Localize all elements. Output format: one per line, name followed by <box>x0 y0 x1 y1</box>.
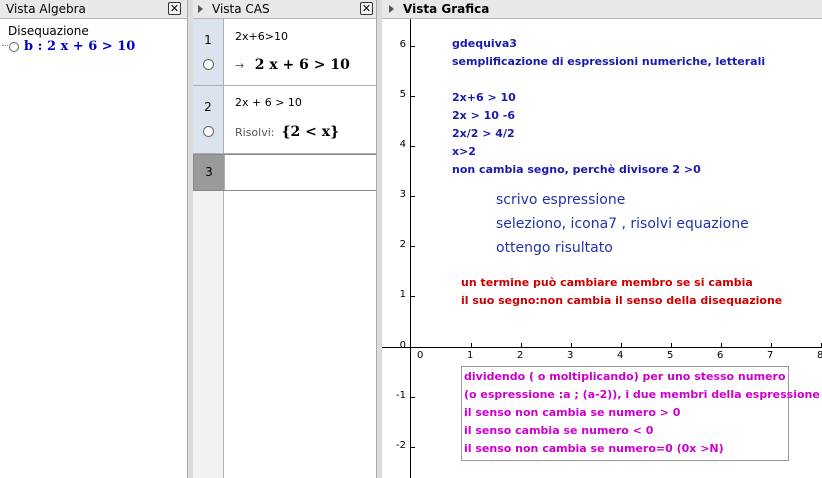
visibility-toggle-icon[interactable] <box>9 41 19 52</box>
cas-row-number: 3 <box>194 155 225 190</box>
expand-arrow-icon[interactable] <box>198 5 203 13</box>
text-line: gdequiva3 <box>452 37 517 50</box>
x-tick-mark <box>571 343 572 347</box>
visibility-toggle-icon[interactable] <box>203 126 214 137</box>
cas-output-math: 2 x + 6 > 10 <box>254 57 350 73</box>
visibility-toggle-icon[interactable] <box>203 59 214 70</box>
x-tick-mark <box>671 343 672 347</box>
x-tick-label: 0 <box>417 350 424 361</box>
text-line: x>2 <box>452 145 476 158</box>
algebra-item[interactable]: b : 2 x + 6 > 10 <box>9 39 135 54</box>
text-line: il senso non cambia se numero=0 (0x >N) <box>464 442 724 455</box>
cas-row-number: 2 <box>193 86 224 153</box>
x-tick-label: 3 <box>567 350 574 361</box>
algebra-category: Disequazione <box>8 24 89 38</box>
graphics-header[interactable]: Vista Grafica <box>382 0 822 19</box>
cas-row[interactable]: 1 2x+6>10 → 2 x + 6 > 10 <box>193 19 380 86</box>
y-tick-mark <box>411 397 415 398</box>
x-tick-mark <box>621 343 622 347</box>
y-tick-mark <box>411 447 415 448</box>
x-tick-mark <box>521 343 522 347</box>
x-tick-label: 2 <box>517 350 524 361</box>
text-block-rule2[interactable]: dividendo ( o moltiplicando) per uno ste… <box>461 366 820 461</box>
algebra-item-text: b : 2 x + 6 > 10 <box>24 39 136 54</box>
y-tick-mark <box>411 296 415 297</box>
x-tick-mark <box>471 343 472 347</box>
algebra-header[interactable]: Vista Algebra ✕ <box>0 0 188 19</box>
y-tick-label: 6 <box>399 39 406 50</box>
cas-input[interactable]: 2x + 6 > 10 <box>235 96 302 109</box>
y-tick-mark <box>411 96 415 97</box>
y-tick-label: 0 <box>399 340 406 351</box>
text-block-rule1[interactable]: un termine può cambiare membro se si cam… <box>461 274 782 310</box>
y-tick-label: 5 <box>399 89 406 100</box>
text-line: 2x+6 > 10 <box>452 91 516 104</box>
tree-connector <box>2 45 8 47</box>
graphics-title: Vista Grafica <box>403 2 490 16</box>
text-block-steps[interactable]: scrivo espressione seleziono, icona7 , r… <box>496 188 749 260</box>
y-tick-label: 3 <box>399 189 406 200</box>
x-axis <box>382 347 822 348</box>
graphics-view[interactable]: Vista Grafica 6 5 4 3 2 1 0 -1 -2 0 1 2 3 4 5 6 7 8 gdeq… <box>382 0 822 478</box>
text-line: un termine può cambiare membro se si cam… <box>461 276 753 289</box>
algebra-title: Vista Algebra <box>6 2 86 16</box>
text-line: semplificazione di espressioni numeriche… <box>452 55 766 68</box>
text-line: 2x/2 > 4/2 <box>452 127 515 140</box>
close-icon[interactable]: ✕ <box>360 2 373 15</box>
cas-output: → 2 x + 6 > 10 <box>235 57 350 73</box>
cas-title: Vista CAS <box>212 2 270 16</box>
text-line: 2x > 10 -6 <box>452 109 515 122</box>
y-tick-label: -2 <box>396 440 406 451</box>
x-tick-label: 5 <box>667 350 674 361</box>
expand-arrow-icon[interactable] <box>389 5 394 13</box>
x-tick-label: 7 <box>767 350 774 361</box>
cas-header[interactable]: Vista CAS ✕ <box>193 0 381 19</box>
cas-row-number: 1 <box>193 19 224 85</box>
x-tick-label: 4 <box>617 350 624 361</box>
text-line: seleziono, icona7 , risolvi equazione <box>496 216 749 232</box>
cas-input[interactable]: 2x+6>10 <box>235 30 288 43</box>
algebra-view: Vista Algebra ✕ Disequazione b : 2 x + 6… <box>0 0 188 478</box>
text-line: il suo segno:non cambia il senso della d… <box>461 294 783 307</box>
cas-command-label: Risolvi: <box>235 126 275 139</box>
y-tick-label: 4 <box>399 139 406 150</box>
cas-row-active[interactable]: 3 <box>193 154 380 191</box>
y-tick-label: 2 <box>399 239 406 250</box>
y-tick-label: 1 <box>399 289 406 300</box>
text-line: il senso cambia se numero < 0 <box>464 424 654 437</box>
cas-row[interactable]: 2 2x + 6 > 10 Risolvi: {2 < x} <box>193 86 380 154</box>
text-line: scrivo espressione <box>496 192 626 208</box>
cas-output: Risolvi: {2 < x} <box>235 124 339 140</box>
x-tick-mark <box>721 343 722 347</box>
text-line: (o espressione :a ; (a-2)), i due membri… <box>464 388 820 401</box>
cas-output-math: {2 < x} <box>281 124 340 140</box>
cas-view: Vista CAS ✕ 1 2x+6>10 → 2 x + 6 > 10 2 2… <box>193 0 381 478</box>
text-line: non cambia segno, perchè divisore 2 >0 <box>452 163 701 176</box>
y-tick-label: -1 <box>396 390 406 401</box>
y-tick-mark <box>411 196 415 197</box>
text-line: dividendo ( o moltiplicando) per uno ste… <box>464 370 786 383</box>
close-icon[interactable]: ✕ <box>168 2 181 15</box>
y-tick-mark <box>411 146 415 147</box>
x-tick-label: 1 <box>467 350 474 361</box>
text-line: ottengo risultato <box>496 240 613 256</box>
x-tick-label: 8 <box>817 350 822 361</box>
text-line: il senso non cambia se numero > 0 <box>464 406 681 419</box>
x-tick-label: 6 <box>717 350 724 361</box>
x-tick-mark <box>771 343 772 347</box>
text-line <box>452 71 765 89</box>
y-axis <box>410 19 411 478</box>
y-tick-mark <box>411 46 415 47</box>
text-block-intro[interactable]: gdequiva3 semplificazione di espressioni… <box>452 35 765 179</box>
y-tick-mark <box>411 246 415 247</box>
